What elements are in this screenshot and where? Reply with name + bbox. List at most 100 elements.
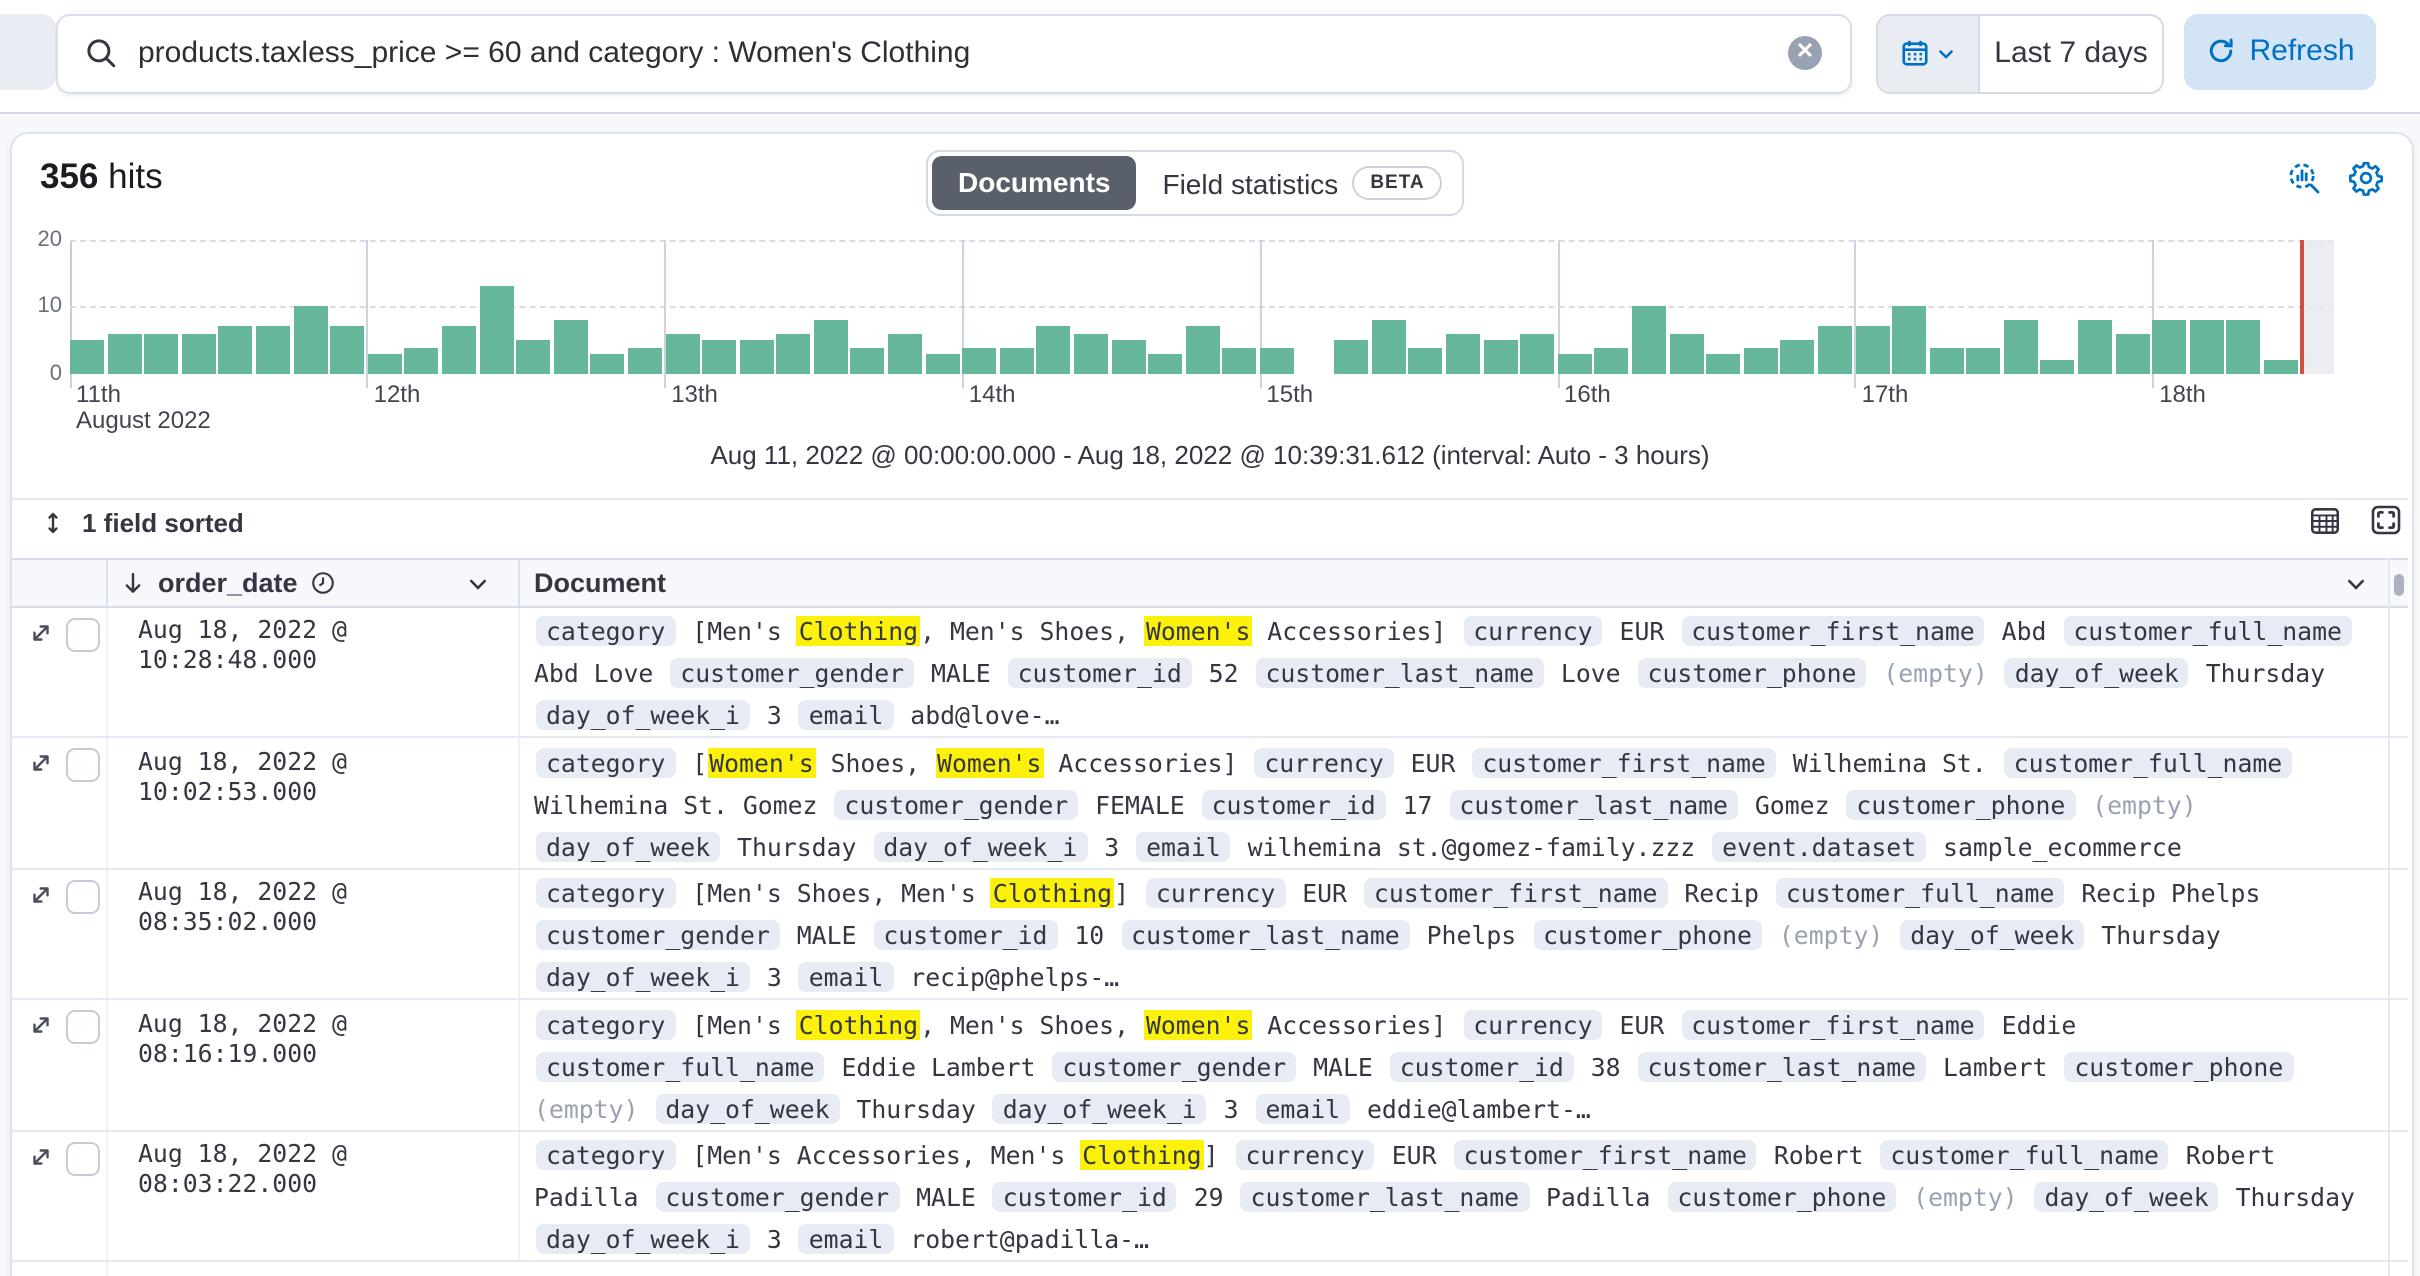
histogram-bar[interactable] <box>1558 239 1595 374</box>
date-picker-quick-menu[interactable] <box>1878 15 1980 91</box>
clear-query-button[interactable]: ✕ <box>1788 36 1822 70</box>
histogram-bar[interactable] <box>2004 239 2041 374</box>
scrollbar-thumb[interactable] <box>2394 573 2404 595</box>
histogram-bar[interactable] <box>1669 239 1706 374</box>
expand-row-icon[interactable] <box>28 619 54 645</box>
histogram-bar[interactable] <box>70 239 107 374</box>
order-date-column-menu-icon[interactable] <box>466 572 490 596</box>
histogram-bar[interactable] <box>2041 239 2078 374</box>
tab-field-statistics[interactable]: Field statistics BETA <box>1136 166 1458 200</box>
query-input[interactable]: products.taxless_price >= 60 and categor… <box>138 15 970 91</box>
histogram-bar[interactable] <box>368 239 405 374</box>
histogram-bar[interactable] <box>814 239 851 374</box>
document-column-menu-icon[interactable] <box>2343 572 2367 596</box>
histogram-bar[interactable] <box>1892 239 1929 374</box>
histogram-bar[interactable] <box>591 239 628 374</box>
histogram-bar[interactable] <box>405 239 442 374</box>
histogram-bar[interactable] <box>1186 239 1223 374</box>
date-picker[interactable]: Last 7 days <box>1876 13 2164 93</box>
histogram-bar[interactable] <box>1148 239 1185 374</box>
grid-header-order-date[interactable]: order_date <box>108 560 520 605</box>
histogram-bar[interactable] <box>442 239 479 374</box>
query-bar[interactable]: products.taxless_price >= 60 and categor… <box>56 13 1852 93</box>
histogram-bar[interactable] <box>1483 239 1520 374</box>
gear-icon[interactable] <box>2348 159 2384 195</box>
histogram-bar[interactable] <box>1446 239 1483 374</box>
chart-options-icon[interactable] <box>2286 159 2322 195</box>
refresh-button[interactable]: Refresh <box>2184 13 2376 89</box>
histogram-bar[interactable] <box>219 239 256 374</box>
histogram-bar[interactable] <box>1260 239 1297 374</box>
histogram-bar[interactable] <box>1409 239 1446 374</box>
histogram-bar[interactable] <box>479 239 516 374</box>
field-chip: customer_full_name <box>2063 616 2352 646</box>
histogram-bar[interactable] <box>107 239 144 374</box>
histogram-bar[interactable] <box>182 239 219 374</box>
histogram-bar[interactable] <box>2115 239 2152 374</box>
field-value: MALE <box>1298 1051 1388 1081</box>
grid-header-document[interactable]: Document <box>520 560 2387 605</box>
field-value: [Men's <box>677 1009 796 1039</box>
histogram-bar[interactable] <box>144 239 181 374</box>
histogram-bar[interactable] <box>1855 239 1892 374</box>
field-value: [Men's Shoes, Men's <box>677 878 990 908</box>
histogram-bar[interactable] <box>1000 239 1037 374</box>
histogram-bar[interactable] <box>1520 239 1557 374</box>
histogram-bar[interactable] <box>256 239 293 374</box>
order-date-cell: Aug 18, 2022 @ 08:35:02.000 <box>108 869 520 998</box>
row-checkbox[interactable] <box>66 617 100 651</box>
histogram-bar[interactable] <box>628 239 665 374</box>
histogram-bar[interactable] <box>888 239 925 374</box>
histogram-bar[interactable] <box>1706 239 1743 374</box>
histogram-bar[interactable] <box>553 239 590 374</box>
histogram-bar[interactable] <box>1929 239 1966 374</box>
row-checkbox[interactable] <box>66 1141 100 1175</box>
histogram-bar[interactable] <box>851 239 888 374</box>
expand-row-icon[interactable] <box>28 1143 54 1169</box>
histogram-bar[interactable] <box>2264 239 2301 374</box>
histogram-bar[interactable] <box>1743 239 1780 374</box>
sort-fields-button[interactable]: 1 field sorted <box>40 507 244 537</box>
histogram-bar[interactable] <box>1074 239 1111 374</box>
field-value: (empty) <box>1898 1182 2032 1212</box>
histogram-bar[interactable] <box>1967 239 2004 374</box>
hits-unit: hits <box>108 155 162 195</box>
add-filter-button[interactable]: + <box>0 13 56 89</box>
histogram-bar[interactable] <box>702 239 739 374</box>
histogram-bar[interactable] <box>1372 239 1409 374</box>
row-checkbox[interactable] <box>66 1010 100 1044</box>
histogram-bar[interactable] <box>963 239 1000 374</box>
histogram-bar[interactable] <box>739 239 776 374</box>
expand-row-icon[interactable] <box>28 1012 54 1038</box>
histogram-bar[interactable] <box>2190 239 2227 374</box>
histogram-bar[interactable] <box>1632 239 1669 374</box>
histogram-bar[interactable] <box>330 239 367 374</box>
histogram-bar[interactable] <box>777 239 814 374</box>
display-options-icon[interactable] <box>2308 503 2344 539</box>
histogram-bar[interactable] <box>925 239 962 374</box>
histogram-bar[interactable] <box>2227 239 2264 374</box>
histogram-bar[interactable] <box>516 239 553 374</box>
histogram-bar[interactable] <box>1111 239 1148 374</box>
histogram-bar-fill <box>1223 347 1257 374</box>
histogram-bar[interactable] <box>1818 239 1855 374</box>
fullscreen-icon[interactable] <box>2370 503 2406 539</box>
histogram-bar-fill <box>1260 347 1294 374</box>
row-checkbox[interactable] <box>66 879 100 913</box>
histogram-bar[interactable] <box>293 239 330 374</box>
histogram-bar[interactable] <box>1595 239 1632 374</box>
histogram-bar[interactable] <box>1334 239 1371 374</box>
expand-row-icon[interactable] <box>28 881 54 907</box>
histogram-bar[interactable] <box>665 239 702 374</box>
field-chip: event.dataset <box>1712 831 1926 861</box>
histogram-bar[interactable] <box>2153 239 2190 374</box>
expand-row-icon[interactable] <box>28 750 54 776</box>
histogram-bar[interactable] <box>1037 239 1074 374</box>
histogram-bar[interactable] <box>1781 239 1818 374</box>
histogram-bar[interactable] <box>1297 239 1334 374</box>
tab-documents[interactable]: Documents <box>932 156 1136 210</box>
row-checkbox[interactable] <box>66 748 100 782</box>
histogram-bar[interactable] <box>1223 239 1260 374</box>
histogram-bar[interactable] <box>2078 239 2115 374</box>
time-range-label[interactable]: Last 7 days <box>1980 15 2162 91</box>
